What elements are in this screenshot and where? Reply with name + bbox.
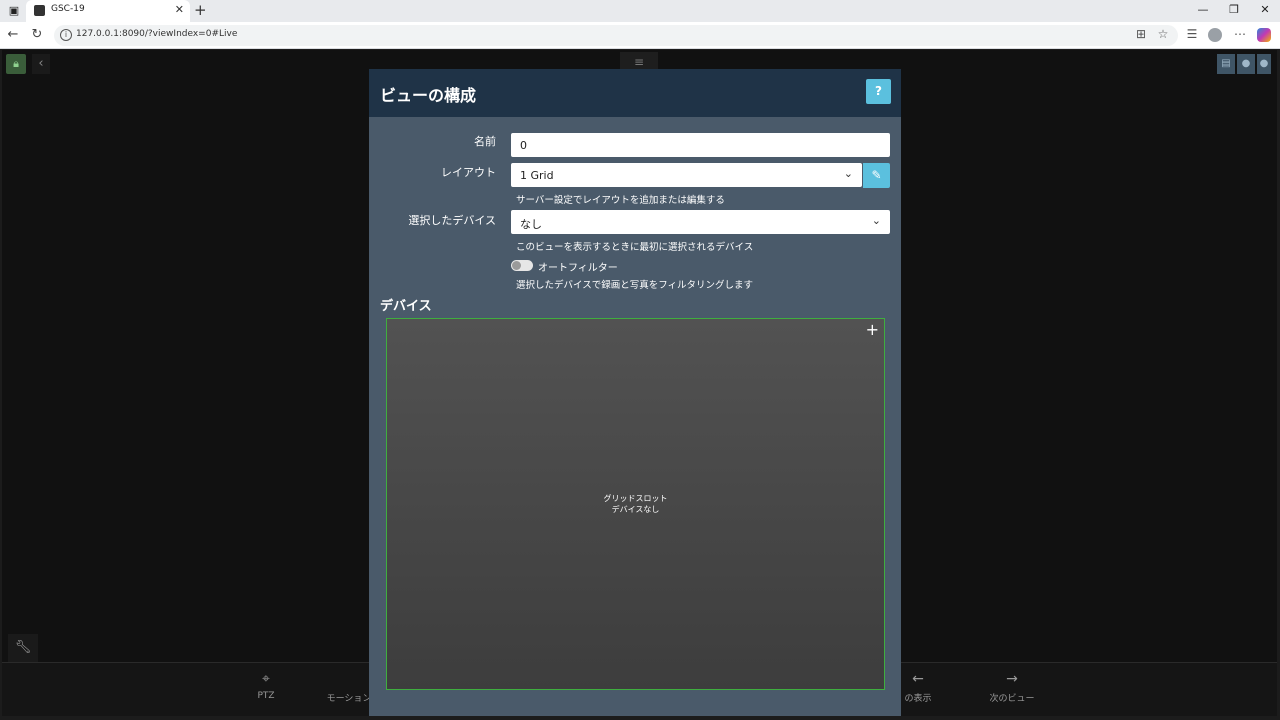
next-view-label: 次のビュー: [989, 694, 1035, 704]
next-view-button[interactable]: → 次のビュー: [987, 671, 1037, 704]
device-label: 選択したデバイス: [408, 214, 496, 227]
ptz-label: PTZ: [257, 691, 275, 701]
motion-icon: [324, 671, 374, 689]
devices-section-title: デバイス: [380, 299, 432, 314]
autofilter-toggle[interactable]: [511, 260, 533, 271]
favorites-icon[interactable]: ☰: [1184, 27, 1200, 41]
arrow-right-icon: →: [1006, 671, 1018, 687]
add-device-icon[interactable]: +: [866, 320, 879, 339]
help-button[interactable]: ?: [866, 79, 891, 104]
layout-icon[interactable]: ▤: [1217, 54, 1235, 74]
layout-hint: サーバー設定でレイアウトを追加または編集する: [516, 195, 725, 206]
layout-label: レイアウト: [441, 166, 496, 179]
profile-avatar[interactable]: [1208, 28, 1222, 42]
layout-value: 1 Grid: [520, 169, 554, 182]
favorite-star-icon[interactable]: ☆: [1155, 27, 1171, 41]
previous-view-label: の表示: [904, 694, 932, 704]
name-label: 名前: [474, 135, 496, 148]
grid-slot-status: デバイスなし: [611, 505, 660, 514]
user-group-icon[interactable]: ●: [1257, 54, 1271, 74]
user-icon[interactable]: ●: [1237, 54, 1255, 74]
grid-slot[interactable]: + グリッドスロット デバイスなし: [386, 318, 885, 690]
grid-slot-title: グリッドスロット: [603, 494, 668, 503]
motion-button[interactable]: モーション: [324, 671, 374, 704]
motion-label: モーション: [326, 694, 372, 704]
wrench-icon[interactable]: 🔧︎: [8, 634, 38, 662]
toggle-knob: [512, 261, 521, 270]
name-input[interactable]: 0: [511, 133, 890, 157]
tab-close-icon[interactable]: ✕: [175, 3, 184, 16]
edit-icon: ✎: [871, 168, 882, 182]
chevron-down-icon: ⌄: [871, 214, 881, 227]
url-text: 127.0.0.1:8090/?viewIndex=0#Live: [76, 29, 238, 39]
reload-icon[interactable]: ↻: [28, 27, 46, 42]
edit-layout-button[interactable]: ✎: [863, 163, 890, 188]
back-arrow-icon[interactable]: ←: [4, 27, 22, 42]
device-hint: このビューを表示するときに最初に選択されるデバイス: [516, 242, 754, 253]
address-bar-row: ← ↻ i 127.0.0.1:8090/?viewIndex=0#Live ⊞…: [0, 22, 1280, 49]
chevron-down-icon: ⌄: [843, 167, 853, 180]
device-value: なし: [520, 218, 542, 231]
grid-slot-text: グリッドスロット デバイスなし: [387, 493, 884, 515]
tab-actions-icon[interactable]: ▣: [6, 3, 22, 19]
autofilter-label: オートフィルター: [538, 263, 618, 274]
view-config-modal: ビューの構成 ? 名前 0 レイアウト 1 Grid ⌄ ✎ サーバー設定でレイ…: [369, 69, 901, 716]
more-menu-icon[interactable]: ⋯: [1232, 27, 1248, 41]
minimize-icon[interactable]: —: [1188, 3, 1218, 16]
site-info-icon[interactable]: i: [60, 29, 72, 41]
new-tab-icon[interactable]: +: [194, 1, 207, 19]
previous-view-button[interactable]: ← の表示: [903, 671, 933, 704]
modal-header: ビューの構成 ?: [369, 69, 901, 117]
layout-select[interactable]: 1 Grid ⌄: [511, 163, 862, 187]
arrow-left-icon: ←: [912, 671, 924, 687]
autofilter-hint: 選択したデバイスで録画と写真をフィルタリングします: [516, 280, 754, 291]
restore-icon[interactable]: ❐: [1219, 3, 1249, 16]
lock-icon[interactable]: 🔒︎: [6, 54, 26, 74]
split-screen-icon[interactable]: ⊞: [1133, 27, 1149, 41]
ptz-button[interactable]: ⌖ PTZ: [246, 671, 286, 701]
tab-favicon-icon: [34, 5, 45, 16]
crosshair-icon: ⌖: [262, 671, 270, 687]
copilot-icon[interactable]: [1257, 28, 1271, 42]
close-window-icon[interactable]: ✕: [1250, 3, 1280, 16]
chevron-left-icon[interactable]: ‹: [32, 54, 50, 74]
device-select[interactable]: なし ⌄: [511, 210, 890, 234]
tab-title: GSC-19: [51, 4, 85, 14]
browser-tab-bar: ▣ GSC-19 ✕ + — ❐ ✕: [0, 0, 1280, 22]
browser-tab[interactable]: GSC-19 ✕: [26, 0, 190, 22]
url-field[interactable]: i 127.0.0.1:8090/?viewIndex=0#Live: [54, 25, 1178, 46]
modal-title: ビューの構成: [380, 86, 477, 105]
